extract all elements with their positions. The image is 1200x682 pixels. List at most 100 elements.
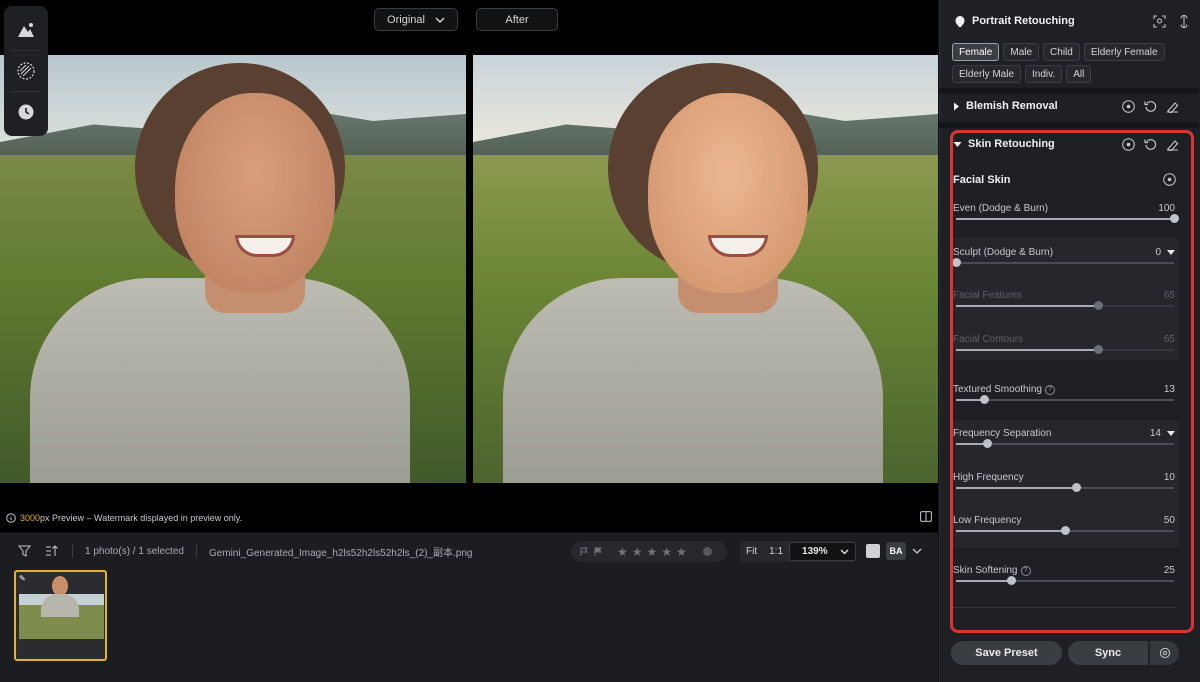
star-icon[interactable]: ★ — [661, 545, 672, 559]
slider-knob[interactable] — [982, 439, 992, 448]
slider-label: Facial Features — [953, 290, 1022, 301]
slider-knob[interactable] — [1061, 526, 1070, 535]
eraser-icon[interactable] — [1166, 138, 1179, 151]
slider-skin-softening[interactable]: Skin Softening? 25 — [953, 565, 1178, 595]
slider-sculpt[interactable]: Sculpt (Dodge & Burn) 0 — [952, 247, 1178, 277]
skin-retouching-section[interactable]: Skin Retouching — [953, 136, 1179, 152]
star-icon[interactable]: ★ — [617, 545, 628, 559]
gear-icon — [1159, 647, 1170, 659]
chip-individual[interactable]: Indiv. — [1025, 65, 1063, 83]
blemish-label: Blemish Removal — [966, 100, 1058, 112]
body-icon[interactable] — [1178, 14, 1190, 28]
slider-label: Even (Dodge & Burn) — [953, 203, 1049, 214]
eye-icon[interactable] — [1122, 137, 1135, 151]
facial-skin-header: Facial Skin — [953, 173, 1178, 186]
chevron-down-icon[interactable] — [912, 548, 922, 554]
filter-icon — [17, 545, 31, 557]
eye-icon[interactable] — [1122, 99, 1135, 113]
slider-textured-smoothing[interactable]: Textured Smoothing? 13 — [953, 384, 1178, 414]
slider-knob[interactable] — [1170, 214, 1179, 223]
expand-caret-icon[interactable] — [1167, 431, 1175, 436]
original-photo — [0, 55, 466, 483]
slider-low-frequency[interactable]: Low Frequency 50 — [953, 515, 1178, 545]
selection-count: 1 photo(s) / 1 selected — [85, 545, 184, 557]
help-icon[interactable]: ? — [1020, 565, 1031, 576]
after-button[interactable]: After — [476, 8, 558, 31]
preview-canvas — [0, 0, 938, 532]
gender-chips: Female Male Child Elderly Female Elderly… — [952, 43, 1192, 83]
slider-value: 0 — [1155, 247, 1161, 258]
slider-facial-contours: Facial Contours 65 — [953, 334, 1178, 364]
slider-label: Frequency Separation — [953, 428, 1052, 439]
slider-label: High Frequency — [953, 472, 1024, 483]
slider-value: 10 — [1163, 472, 1175, 483]
slider-value: 65 — [1163, 290, 1175, 301]
slider-knob[interactable] — [980, 395, 990, 404]
original-label: Original — [387, 13, 425, 26]
filmstrip: 1 photo(s) / 1 selected Gemini_Generated… — [0, 533, 938, 682]
after-photo — [473, 55, 938, 483]
chip-elderly-male[interactable]: Elderly Male — [952, 65, 1022, 83]
before-after-button[interactable]: BA — [886, 542, 906, 560]
slider-high-frequency[interactable]: High Frequency 10 — [953, 472, 1178, 502]
single-view-button[interactable] — [866, 544, 880, 558]
chip-child[interactable]: Child — [1043, 43, 1080, 61]
portrait-retouching-header: Portrait Retouching — [954, 12, 1190, 30]
after-label: After — [505, 13, 529, 26]
face-detect-icon[interactable] — [1153, 15, 1166, 28]
eraser-icon[interactable] — [1166, 100, 1179, 113]
sync-settings-button[interactable] — [1149, 641, 1179, 665]
zoom-1to1-button[interactable]: 1:1 — [763, 546, 789, 557]
slider-value: 65 — [1163, 334, 1175, 345]
slider-even[interactable]: Even (Dodge & Burn) 100 — [953, 203, 1179, 233]
star-icon[interactable]: ★ — [676, 545, 687, 559]
star-icon[interactable]: ★ — [632, 545, 643, 559]
zoom-value: 139% — [802, 546, 828, 557]
split-view-button[interactable] — [920, 511, 932, 525]
texture-tool[interactable] — [10, 55, 42, 87]
original-dropdown[interactable]: Original — [374, 8, 458, 31]
chip-female[interactable]: Female — [952, 43, 1000, 61]
photo-thumbnail[interactable]: ✎ — [14, 570, 107, 661]
zoom-select[interactable]: 139% — [789, 542, 856, 561]
history-tool[interactable] — [10, 96, 42, 128]
preview-text: px Preview – Watermark displayed in prev… — [40, 513, 243, 523]
reject-flag-icon[interactable] — [593, 547, 603, 557]
slider-label: Textured Smoothing — [953, 384, 1042, 395]
chip-all[interactable]: All — [1066, 65, 1092, 83]
star-icon[interactable]: ★ — [647, 545, 658, 559]
zoom-fit-button[interactable]: Fit — [740, 546, 763, 557]
reset-icon[interactable] — [1144, 138, 1157, 151]
reset-icon[interactable] — [1144, 100, 1157, 113]
expand-caret-icon[interactable] — [1167, 250, 1175, 255]
help-icon[interactable]: ? — [1044, 384, 1055, 395]
slider-knob — [1093, 301, 1103, 310]
chip-elderly-female[interactable]: Elderly Female — [1083, 43, 1165, 61]
slider-value: 14 — [1149, 428, 1161, 439]
filter-button[interactable] — [16, 543, 32, 559]
slider-label: Low Frequency — [953, 515, 1022, 526]
slider-knob — [1093, 345, 1103, 354]
blemish-removal-section[interactable]: Blemish Removal — [953, 98, 1179, 114]
chevron-down-icon — [435, 17, 445, 23]
caret-right-icon — [954, 102, 959, 110]
slider-knob[interactable] — [1006, 576, 1016, 585]
edited-icon: ✎ — [19, 574, 26, 583]
slider-knob[interactable] — [952, 258, 961, 267]
adjust-tool[interactable] — [10, 14, 42, 46]
eye-icon[interactable] — [1163, 173, 1176, 186]
flag-icon[interactable] — [579, 547, 589, 557]
history-icon — [18, 104, 34, 120]
sort-button[interactable] — [44, 543, 60, 559]
slider-facial-features: Facial Features 65 — [953, 290, 1178, 320]
slider-value: 13 — [1163, 384, 1175, 395]
zoom-controls: Fit 1:1 139% — [740, 541, 856, 562]
color-label-icon[interactable] — [702, 547, 712, 556]
chevron-down-icon — [840, 549, 849, 554]
slider-knob[interactable] — [1071, 483, 1081, 492]
divider — [939, 88, 1199, 94]
sync-button[interactable]: Sync — [1068, 641, 1148, 665]
slider-frequency-separation[interactable]: Frequency Separation 14 — [953, 428, 1178, 458]
chip-male[interactable]: Male — [1003, 43, 1040, 61]
save-preset-button[interactable]: Save Preset — [951, 641, 1062, 665]
